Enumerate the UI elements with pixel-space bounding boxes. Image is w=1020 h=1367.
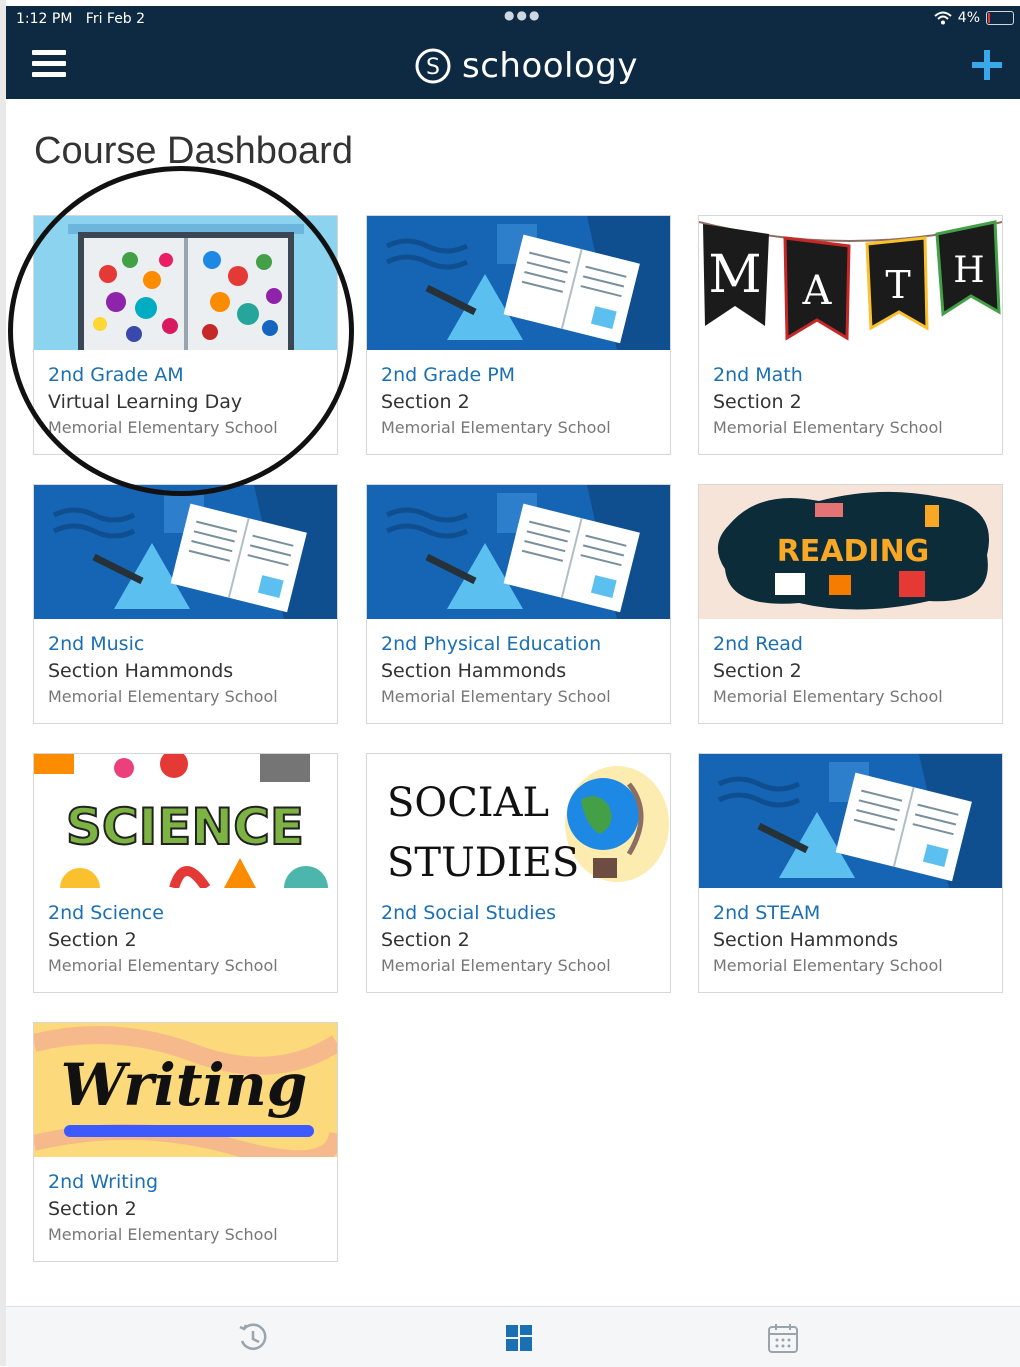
- course-section: Section Hammonds: [381, 660, 567, 682]
- course-school: Memorial Elementary School: [48, 956, 278, 975]
- course-section: Section Hammonds: [48, 660, 234, 682]
- hamburger-menu-icon[interactable]: [32, 50, 66, 80]
- course-name[interactable]: 2nd Grade PM: [381, 364, 515, 386]
- course-name[interactable]: 2nd Social Studies: [381, 902, 556, 924]
- status-time-value: 1:12 PM: [16, 11, 73, 27]
- status-bar: 1:12 PM Fri Feb 2 ●●● 4%: [6, 6, 1020, 32]
- battery-percent: 4%: [957, 10, 980, 26]
- course-school: Memorial Elementary School: [381, 418, 611, 437]
- course-school: Memorial Elementary School: [381, 956, 611, 975]
- course-card-2nd-science[interactable]: SCIENCE 2nd Science Section 2 Memorial E…: [33, 753, 338, 993]
- science-image-text: SCIENCE: [66, 798, 304, 856]
- course-school: Memorial Elementary School: [48, 1225, 278, 1244]
- social-studies-globe-image: SOCIAL STUDIES: [367, 754, 670, 888]
- reading-image-text: READING: [777, 534, 930, 569]
- calendar-icon[interactable]: [766, 1321, 800, 1355]
- wifi-icon: [934, 11, 952, 25]
- status-time: 1:12 PM Fri Feb 2: [16, 11, 145, 27]
- course-school: Memorial Elementary School: [713, 418, 943, 437]
- course-name[interactable]: 2nd Grade AM: [48, 364, 184, 386]
- default-course-book-image: [34, 485, 337, 619]
- course-section: Section 2: [48, 1198, 137, 1220]
- course-name[interactable]: 2nd Music: [48, 633, 144, 655]
- course-card-2nd-social-studies[interactable]: SOCIAL STUDIES 2nd Social Studies Sectio…: [366, 753, 671, 993]
- course-section: Section 2: [381, 391, 470, 413]
- writing-image: Writing: [34, 1023, 337, 1157]
- social-studies-text-1: SOCIAL: [387, 780, 549, 826]
- multitasking-dots-icon[interactable]: ●●●: [504, 8, 541, 22]
- battery-icon: [986, 11, 1014, 25]
- bottom-nav: [6, 1306, 1020, 1367]
- course-section: Section 2: [381, 929, 470, 951]
- science-image: SCIENCE: [34, 754, 337, 888]
- math-letter-a: A: [802, 268, 833, 314]
- course-section: Section 2: [713, 660, 802, 682]
- course-section: Section Hammonds: [713, 929, 899, 951]
- logo-text: schoology: [462, 46, 639, 86]
- course-card-2nd-read[interactable]: READING 2nd Read Section 2 Memorial Elem…: [698, 484, 1003, 724]
- course-name[interactable]: 2nd Writing: [48, 1171, 158, 1193]
- schoology-logo: S schoology: [414, 46, 638, 86]
- courses-grid-icon[interactable]: [502, 1321, 536, 1355]
- course-name[interactable]: 2nd Science: [48, 902, 164, 924]
- course-section: Section 2: [48, 929, 137, 951]
- social-studies-text-2: STUDIES: [387, 840, 579, 886]
- default-course-book-image: [367, 216, 670, 350]
- open-book-apps-image: [34, 216, 337, 350]
- course-section: Section 2: [713, 391, 802, 413]
- math-letter-m: M: [708, 245, 761, 305]
- course-school: Memorial Elementary School: [381, 687, 611, 706]
- status-date: Fri Feb 2: [85, 11, 146, 27]
- course-school: Memorial Elementary School: [713, 956, 943, 975]
- course-name[interactable]: 2nd Read: [713, 633, 803, 655]
- default-course-book-image: [699, 754, 1002, 888]
- writing-image-text: Writing: [61, 1051, 308, 1119]
- course-card-2nd-grade-pm[interactable]: 2nd Grade PM Section 2 Memorial Elementa…: [366, 215, 671, 455]
- course-school: Memorial Elementary School: [48, 418, 278, 437]
- app-header: S schoology: [6, 32, 1020, 99]
- course-card-2nd-physical-education[interactable]: 2nd Physical Education Section Hammonds …: [366, 484, 671, 724]
- course-card-2nd-math[interactable]: M A T H 2nd Math Section 2 Memorial Elem…: [698, 215, 1003, 455]
- reading-image: READING: [699, 485, 1002, 619]
- course-school: Memorial Elementary School: [713, 687, 943, 706]
- course-name[interactable]: 2nd Math: [713, 364, 803, 386]
- course-card-2nd-music[interactable]: 2nd Music Section Hammonds Memorial Elem…: [33, 484, 338, 724]
- math-banner-image: M A T H: [699, 216, 1002, 350]
- plus-icon[interactable]: [968, 46, 1006, 84]
- course-name[interactable]: 2nd Physical Education: [381, 633, 601, 655]
- page-title: Course Dashboard: [34, 130, 353, 172]
- course-school: Memorial Elementary School: [48, 687, 278, 706]
- status-indicators: 4%: [934, 10, 1014, 26]
- default-course-book-image: [367, 485, 670, 619]
- math-letter-h: H: [953, 250, 984, 291]
- math-letter-t: T: [885, 263, 910, 307]
- svg-text:S: S: [426, 55, 440, 80]
- device-frame-edge: [0, 0, 6, 1366]
- course-card-2nd-steam[interactable]: 2nd STEAM Section Hammonds Memorial Elem…: [698, 753, 1003, 993]
- course-name[interactable]: 2nd STEAM: [713, 902, 820, 924]
- schoology-s-icon: S: [415, 48, 451, 84]
- course-card-2nd-writing[interactable]: Writing 2nd Writing Section 2 Memorial E…: [33, 1022, 338, 1262]
- course-section: Virtual Learning Day: [48, 391, 243, 413]
- recent-activity-icon[interactable]: [236, 1321, 270, 1355]
- course-card-2nd-grade-am[interactable]: 2nd Grade AM Virtual Learning Day Memori…: [33, 215, 338, 455]
